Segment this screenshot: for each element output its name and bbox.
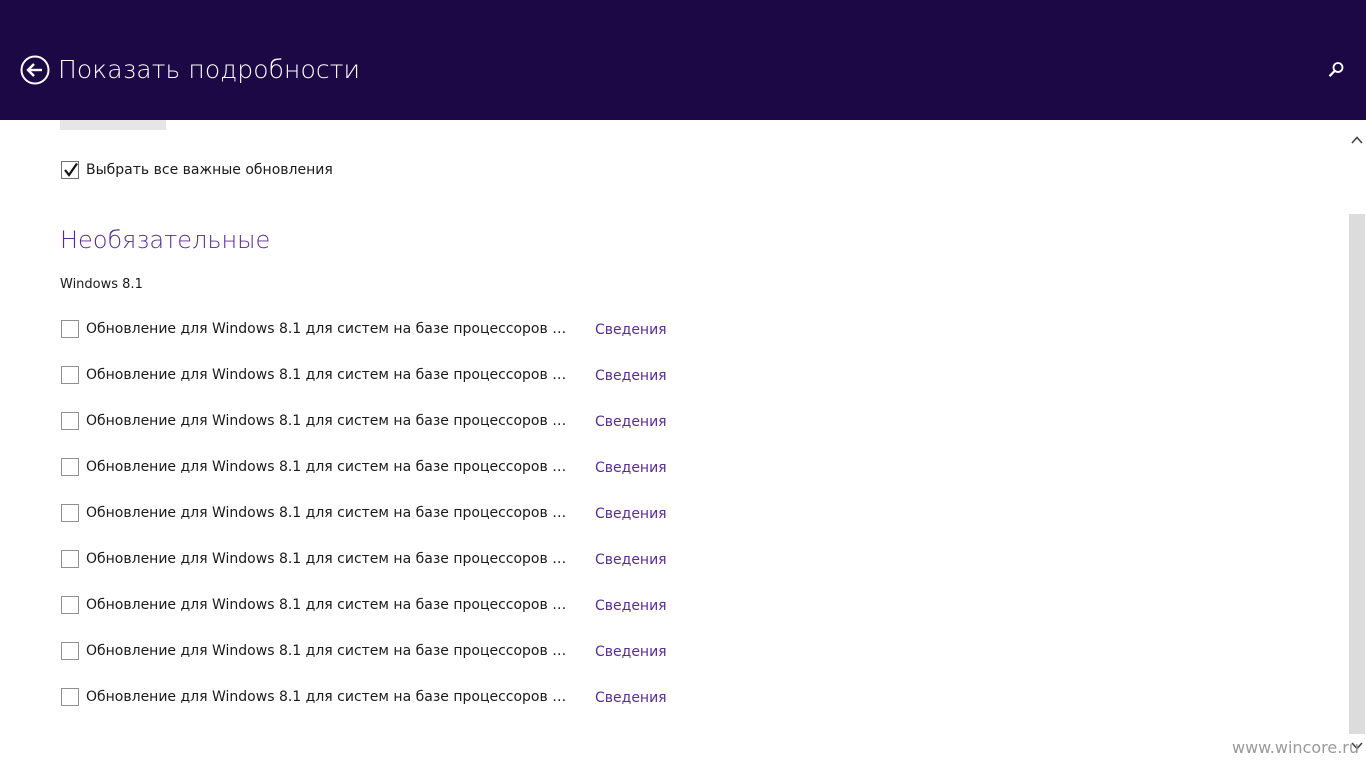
watermark: www.wincore.ru <box>1232 738 1360 757</box>
details-link[interactable]: Сведения <box>595 367 667 385</box>
update-checkbox[interactable] <box>61 642 79 660</box>
update-row: Обновление для Windows 8.1 для систем на… <box>0 593 700 617</box>
select-all-label: Выбрать все важные обновления <box>86 162 333 178</box>
app-header: Показать подробности <box>0 0 1366 120</box>
details-link[interactable]: Сведения <box>595 413 667 431</box>
details-link[interactable]: Сведения <box>595 321 667 339</box>
update-title: Обновление для Windows 8.1 для систем на… <box>86 597 572 613</box>
update-row: Обновление для Windows 8.1 для систем на… <box>0 317 700 341</box>
update-checkbox[interactable] <box>61 366 79 384</box>
update-checkbox[interactable] <box>61 688 79 706</box>
update-row: Обновление для Windows 8.1 для систем на… <box>0 639 700 663</box>
checkmark-icon <box>64 162 78 177</box>
update-title: Обновление для Windows 8.1 для систем на… <box>86 689 572 705</box>
update-title: Обновление для Windows 8.1 для систем на… <box>86 459 572 475</box>
update-checkbox[interactable] <box>61 458 79 476</box>
details-link[interactable]: Сведения <box>595 505 667 523</box>
update-checkbox[interactable] <box>61 504 79 522</box>
install-button[interactable]: Установить <box>60 120 166 130</box>
back-button[interactable] <box>20 55 50 85</box>
update-row: Обновление для Windows 8.1 для систем на… <box>0 685 700 709</box>
details-link[interactable]: Сведения <box>595 689 667 707</box>
update-row: Обновление для Windows 8.1 для систем на… <box>0 455 700 479</box>
update-title: Обновление для Windows 8.1 для систем на… <box>86 643 572 659</box>
update-title: Обновление для Windows 8.1 для систем на… <box>86 413 572 429</box>
updates-content: Установить Выбрать все важные обновления… <box>0 120 1348 768</box>
details-link[interactable]: Сведения <box>595 459 667 477</box>
page-title: Показать подробности <box>58 55 361 84</box>
update-row: Обновление для Windows 8.1 для систем на… <box>0 501 700 525</box>
group-label: Windows 8.1 <box>60 277 143 292</box>
optional-section-heading: Необязательные <box>60 226 271 254</box>
update-checkbox[interactable] <box>61 550 79 568</box>
details-link[interactable]: Сведения <box>595 643 667 661</box>
update-title: Обновление для Windows 8.1 для систем на… <box>86 551 572 567</box>
details-link[interactable]: Сведения <box>595 551 667 569</box>
update-checkbox[interactable] <box>61 596 79 614</box>
update-row: Обновление для Windows 8.1 для систем на… <box>0 409 700 433</box>
scroll-thumb[interactable] <box>1349 214 1365 734</box>
details-link[interactable]: Сведения <box>595 597 667 615</box>
update-title: Обновление для Windows 8.1 для систем на… <box>86 321 572 337</box>
update-row: Обновление для Windows 8.1 для систем на… <box>0 363 700 387</box>
scroll-up-button[interactable] <box>1351 134 1363 146</box>
select-all-checkbox[interactable] <box>61 161 79 179</box>
update-checkbox[interactable] <box>61 412 79 430</box>
search-button[interactable] <box>1326 60 1346 80</box>
search-icon <box>1328 62 1344 77</box>
back-arrow-circle-icon <box>20 55 50 85</box>
update-title: Обновление для Windows 8.1 для систем на… <box>86 505 572 521</box>
update-title: Обновление для Windows 8.1 для систем на… <box>86 367 572 383</box>
chevron-up-icon <box>1351 136 1363 144</box>
vertical-scrollbar[interactable] <box>1348 120 1366 768</box>
update-row: Обновление для Windows 8.1 для систем на… <box>0 547 700 571</box>
update-checkbox[interactable] <box>61 320 79 338</box>
